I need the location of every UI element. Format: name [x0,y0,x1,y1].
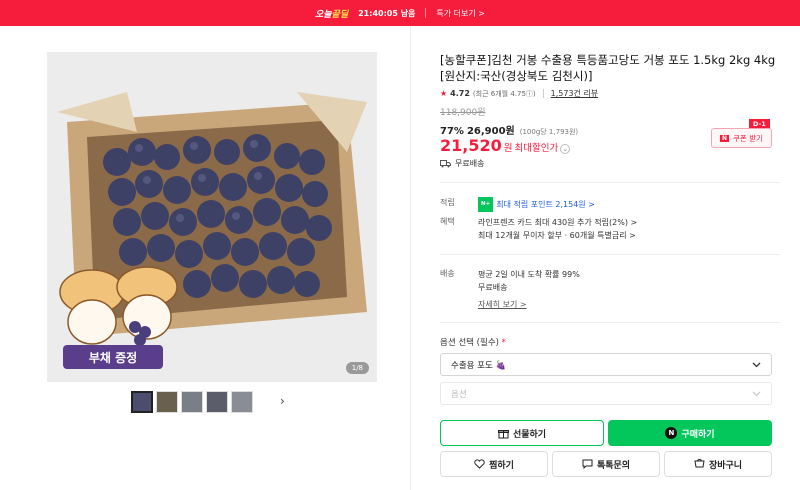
best-price-suffix: 원 [503,143,513,154]
gift-badge: 부채 증정 [63,345,163,369]
rating-recent: (최근 6개월 4.75ⓘ) [472,89,536,98]
divider [425,8,427,18]
coupon-button[interactable]: N 쿠폰 받기 [711,128,772,148]
card-perk-link[interactable]: 라인프렌즈 카드 최대 430원 추가 적립(2%) > [478,216,778,229]
rating-row: ★ 4.72 (최근 6개월 4.75ⓘ) 1,573건 리뷰 [440,88,598,99]
points-link[interactable]: 최대 적립 포인트 2,154원 > [496,200,595,209]
best-price: 21,520 [440,136,502,155]
thumbnail[interactable] [131,391,153,413]
divider [542,89,544,98]
free-shipping: 무료배송 [440,158,484,169]
gift-button[interactable]: 선물하기 [440,420,604,446]
grape-box-illustration [47,52,377,382]
thumbnail-strip [131,391,253,413]
image-counter: 1/8 [345,362,369,374]
delivery-details-link[interactable]: 자세히 보기 > [478,298,778,311]
option-label: 옵션 선택 (필수) * [440,338,506,348]
cart-icon [694,459,705,468]
deal-logo: 오늘끝딜 [314,9,349,20]
perks-key: 혜택 [440,217,455,226]
option-selected: 수출용 포도 🍇 [451,360,507,371]
deal-timer: 21:40:05 남음 [358,8,416,18]
coupon-label: 쿠폰 받기 [733,133,763,143]
wish-button[interactable]: 찜하기 [440,451,548,477]
buy-button[interactable]: N 구매하기 [608,420,772,446]
naver-pay-icon: N [665,427,678,439]
chat-icon [582,459,593,469]
delivery-eta: 평균 2일 이내 도착 확률 99% [478,270,580,279]
gift-icon [497,429,509,438]
truck-icon [440,159,451,167]
divider [440,182,780,183]
delivery-fee: 무료배송 [478,283,508,292]
best-price-row[interactable]: 21,520 원 최대할인가 ⌄ [440,136,571,155]
heart-icon [474,459,485,469]
original-price: 118,900원 [440,108,486,118]
delivery-key: 배송 [440,269,455,278]
star-icon: ★ [440,89,448,98]
product-title: [농할쿠폰]김천 거봉 수출용 특등품고당도 거봉 포도 1.5kg 2kg 4… [440,53,776,83]
deal-banner: 오늘끝딜 21:40:05 남음 특가 더보기 > [0,0,800,26]
thumbnail[interactable] [206,391,228,413]
reviews-link[interactable]: 1,573건 리뷰 [551,88,599,99]
cart-button[interactable]: 장바구니 [664,451,772,477]
thumbnail[interactable] [156,391,178,413]
thumbnail[interactable] [181,391,203,413]
chevron-down-icon [752,362,761,367]
chevron-down-icon [752,391,761,396]
sale-price-row: 77% 26,900원 (100g당 1,793원) [440,122,578,137]
next-image-arrow[interactable]: › [280,394,285,408]
naver-icon: N [719,134,730,142]
talk-inquiry-button[interactable]: 톡톡문의 [552,451,660,477]
option-select[interactable]: 수출용 포도 🍇 [440,353,772,376]
divider [440,322,780,323]
more-deals-link[interactable]: 특가 더보기 > [436,8,485,19]
product-main-image[interactable]: 부채 증정 1/8 [47,52,377,382]
sub-option-placeholder: 옵션 [451,389,467,400]
best-price-label: 최대할인가 [514,143,559,154]
thumbnail[interactable] [231,391,253,413]
rating-score: 4.72 [450,89,470,98]
sale-price: 26,900원 [466,126,515,137]
divider [440,254,780,255]
column-divider [410,26,411,490]
chevron-down-icon[interactable]: ⌄ [560,144,571,154]
sub-option-select[interactable]: 옵션 [440,382,772,405]
installment-link[interactable]: 최대 12개월 무이자 할부 · 60개월 특별금리 > [478,229,778,242]
points-key: 적립 [440,198,455,207]
npay-icon: N+ [478,197,494,212]
